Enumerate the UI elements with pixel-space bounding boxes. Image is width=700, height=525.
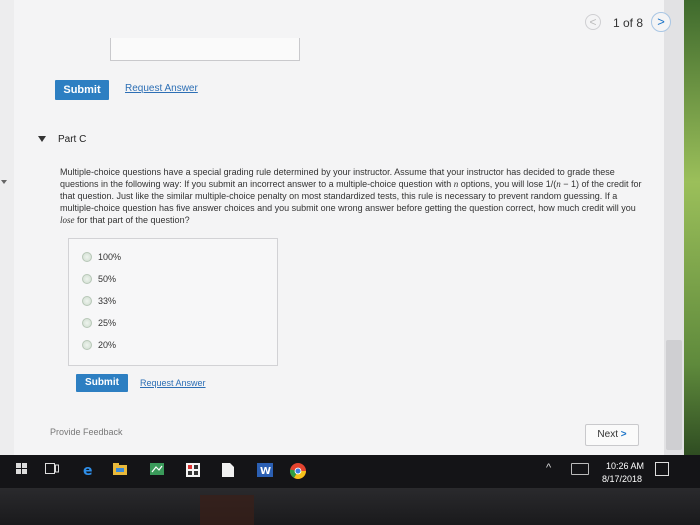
notifications-icon[interactable] — [655, 462, 669, 476]
option-label: 50% — [98, 274, 117, 284]
svg-text:e: e — [83, 463, 93, 477]
chrome-icon[interactable] — [290, 463, 306, 479]
option-20[interactable]: 20% — [82, 338, 116, 352]
edge-icon[interactable]: e — [82, 463, 96, 477]
part-c-title[interactable]: Part C — [58, 134, 86, 145]
part-c-submit-button[interactable]: Submit — [76, 374, 128, 392]
radio-button[interactable] — [82, 274, 92, 284]
option-label: 100% — [98, 252, 122, 262]
option-50[interactable]: 50% — [82, 272, 116, 286]
windows-taskbar — [0, 455, 700, 488]
next-label: Next — [597, 429, 618, 440]
bezel-reflection — [200, 495, 254, 525]
radio-button[interactable] — [82, 296, 92, 306]
part-b-request-answer-link[interactable]: Request Answer — [125, 83, 198, 94]
collapse-caret-icon — [1, 180, 7, 184]
part-b-submit-button[interactable]: Submit — [55, 80, 109, 100]
radio-button[interactable] — [82, 252, 92, 262]
part-c-collapse-icon[interactable] — [38, 136, 46, 142]
chevron-right-icon: > — [620, 429, 627, 440]
emphasis-lose: lose — [60, 215, 75, 225]
question-text-2: options, you will lose 1/( — [458, 179, 557, 189]
monitor-bezel — [0, 488, 700, 525]
calculator-icon[interactable] — [186, 463, 200, 477]
option-label: 20% — [98, 340, 117, 350]
store-icon[interactable] — [150, 463, 164, 475]
next-button[interactable]: Next > — [585, 424, 639, 446]
start-icon[interactable] — [16, 463, 28, 475]
option-100[interactable]: 100% — [82, 250, 121, 264]
option-33[interactable]: 33% — [82, 294, 116, 308]
provide-feedback-link[interactable]: Provide Feedback — [50, 427, 123, 437]
item-counter: 1 of 8 — [613, 16, 644, 30]
word-icon[interactable]: W — [257, 463, 273, 477]
task-view-icon[interactable] — [45, 463, 59, 474]
part-b-answer-field[interactable] — [110, 38, 300, 61]
keyboard-icon[interactable] — [571, 463, 589, 475]
scrollbar-thumb[interactable] — [666, 340, 682, 450]
desktop-background — [684, 0, 700, 455]
part-c-question: Multiple-choice questions have a special… — [60, 166, 650, 226]
next-item-button[interactable]: > — [651, 12, 671, 32]
radio-button[interactable] — [82, 340, 92, 350]
radio-button[interactable] — [82, 318, 92, 328]
clock-date[interactable]: 8/17/2018 — [602, 474, 642, 484]
option-label: 33% — [98, 296, 117, 306]
option-25[interactable]: 25% — [82, 316, 116, 330]
clock-time[interactable]: 10:26 AM — [606, 461, 644, 471]
file-explorer-icon[interactable] — [113, 463, 127, 475]
part-c-request-answer-link[interactable]: Request Answer — [140, 378, 206, 388]
svg-text:W: W — [260, 466, 271, 477]
previous-item-button[interactable]: < — [585, 14, 601, 30]
question-text-4: for that part of the question? — [74, 215, 190, 225]
tray-chevron-up-icon[interactable]: ^ — [546, 462, 551, 474]
option-label: 25% — [98, 318, 117, 328]
files-icon[interactable] — [222, 463, 234, 477]
